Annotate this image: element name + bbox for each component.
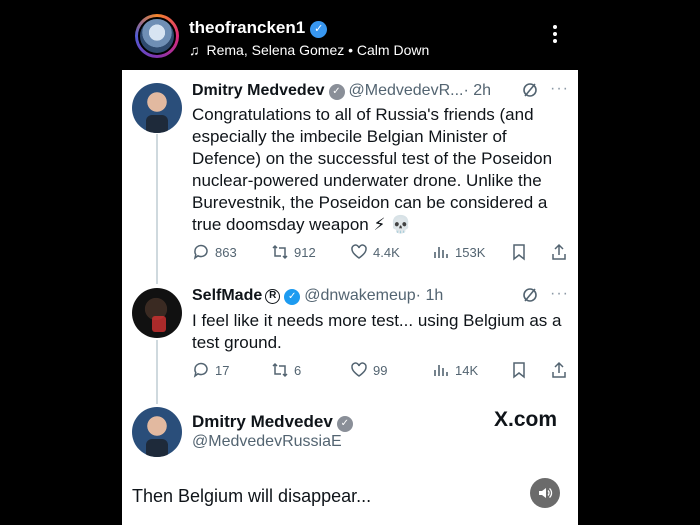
- timestamp[interactable]: · 2h: [463, 82, 491, 99]
- more-options-icon[interactable]: [552, 25, 558, 46]
- tweet-actions: 863 912 4.4K 153K: [192, 243, 570, 263]
- bookmark-icon: [513, 362, 525, 379]
- reply-icon: [193, 362, 208, 378]
- x-logo: X.com: [494, 408, 558, 431]
- speaker-icon: [539, 488, 553, 498]
- mute-button[interactable]: [530, 478, 560, 508]
- repost-icon: [272, 362, 288, 378]
- card-author: Dmitry Medvedev ✓: [192, 412, 357, 432]
- verified-badge-icon: ✓: [336, 416, 353, 432]
- bookmark-button[interactable]: [510, 243, 528, 261]
- like-count: 99: [373, 362, 388, 378]
- share-button[interactable]: [550, 243, 568, 261]
- heart-icon: [351, 244, 367, 259]
- post-viewer: theofrancken1 ✓ ♫ Rema, Selena Gomez • Cal…: [122, 0, 578, 525]
- author-handle[interactable]: @MedvedevR...: [349, 82, 464, 99]
- repost-button[interactable]: 912: [271, 243, 316, 261]
- like-button[interactable]: 4.4K: [350, 243, 400, 261]
- more-icon[interactable]: ···: [550, 80, 569, 98]
- views-icon: [434, 247, 448, 258]
- repost-icon: [272, 244, 288, 260]
- share-button[interactable]: [550, 361, 568, 379]
- bookmark-button[interactable]: [510, 361, 528, 379]
- author-name: Dmitry Medvedev: [192, 412, 333, 431]
- verified-badge-icon: ✓: [310, 21, 328, 38]
- tweet-actions: 17 6 99 14K: [192, 361, 570, 381]
- tweet-header: Dmitry Medvedev ✓ @MedvedevR...· 2h: [192, 82, 491, 100]
- share-icon: [552, 361, 566, 378]
- reply-count: 863: [215, 244, 237, 260]
- tweet-text: Congratulations to all of Russia's frien…: [192, 105, 553, 234]
- tweet-text: I feel like it needs more test... using …: [192, 311, 562, 352]
- profile-username[interactable]: theofrancken1 ✓: [189, 18, 328, 38]
- avatar[interactable]: [132, 83, 182, 133]
- reply-button[interactable]: 17: [192, 361, 229, 379]
- heart-icon: [351, 362, 367, 377]
- repost-button[interactable]: 6: [271, 361, 301, 379]
- tweet-header: SelfMade R ✓ @dnwakemeup· 1h: [192, 287, 443, 305]
- verified-badge-icon: ✓: [328, 84, 345, 100]
- views-button[interactable]: 14K: [432, 361, 478, 379]
- thread-connector: [156, 134, 158, 284]
- more-icon[interactable]: ···: [550, 285, 569, 303]
- share-icon: [552, 243, 566, 260]
- bookmark-icon: [513, 244, 525, 261]
- avatar[interactable]: [132, 407, 182, 457]
- views-button[interactable]: 153K: [432, 243, 485, 261]
- author-handle[interactable]: @dnwakemeup: [304, 287, 415, 304]
- repost-count: 912: [294, 244, 316, 260]
- verified-badge-icon: ✓: [284, 289, 301, 305]
- reply-icon: [193, 244, 208, 260]
- grok-icon[interactable]: [522, 287, 538, 307]
- music-track[interactable]: ♫ Rema, Selena Gomez • Calm Down: [189, 42, 429, 58]
- grok-icon[interactable]: [522, 82, 538, 102]
- reply-count: 17: [215, 362, 230, 378]
- author-name[interactable]: Dmitry Medvedev: [192, 82, 325, 99]
- repost-count: 6: [294, 362, 302, 378]
- author-handle: @MedvedevRussiaE: [192, 433, 342, 450]
- reel-header: theofrancken1 ✓ ♫ Rema, Selena Gomez • Cal…: [122, 0, 578, 70]
- card-text: Then Belgium will disappear...: [132, 486, 372, 506]
- view-count: 153K: [455, 244, 486, 260]
- view-count: 14K: [455, 362, 479, 378]
- avatar[interactable]: [132, 288, 182, 338]
- music-label: Rema, Selena Gomez • Calm Down: [206, 42, 430, 58]
- profile-avatar[interactable]: [135, 14, 179, 58]
- music-note-icon: ♫: [189, 42, 200, 58]
- like-button[interactable]: 99: [350, 361, 387, 379]
- avatar-image: [138, 17, 176, 55]
- timestamp[interactable]: · 1h: [416, 287, 444, 304]
- username-text[interactable]: theofrancken1: [189, 18, 305, 37]
- thread-connector: [156, 340, 158, 404]
- registered-icon: R: [265, 289, 281, 304]
- views-icon: [434, 365, 448, 376]
- like-count: 4.4K: [373, 244, 400, 260]
- author-name[interactable]: SelfMade: [192, 287, 262, 304]
- reply-button[interactable]: 863: [192, 243, 237, 261]
